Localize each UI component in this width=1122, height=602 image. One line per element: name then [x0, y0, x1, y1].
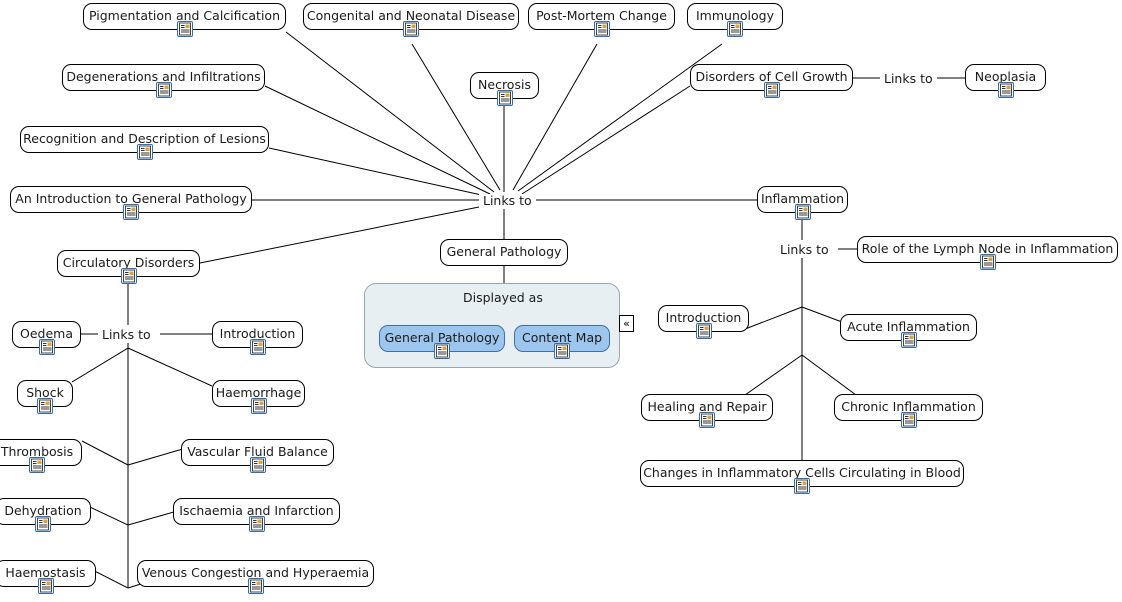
node-haemorrhage[interactable]: Haemorrhage: [212, 380, 305, 414]
document-icon: [247, 578, 264, 594]
node-recognition-and-description-of-lesions[interactable]: Recognition and Description of Lesions: [20, 126, 269, 160]
node-general-pathology-root[interactable]: General Pathology: [440, 239, 568, 266]
node-ischaemia-and-infarction[interactable]: Ischaemia and Infarction: [173, 498, 340, 532]
node-necrosis[interactable]: Necrosis: [470, 72, 539, 106]
node-acute-inflammation[interactable]: Acute Inflammation: [840, 314, 977, 348]
document-icon: [249, 457, 266, 473]
displayed-as-title: Displayed as: [463, 290, 543, 305]
document-icon: [699, 412, 715, 428]
node-healing-and-repair[interactable]: Healing and Repair: [641, 394, 773, 428]
node-congenital-and-neonatal-disease[interactable]: Congenital and Neonatal Disease: [303, 3, 519, 37]
node-neoplasia[interactable]: Neoplasia: [965, 64, 1046, 98]
node-thrombosis[interactable]: Thrombosis: [0, 439, 82, 473]
document-icon: [979, 254, 996, 270]
node-post-mortem-change[interactable]: Post-Mortem Change: [528, 3, 675, 37]
panel-node-general-pathology[interactable]: General Pathology: [379, 325, 505, 359]
document-icon: [900, 412, 917, 428]
document-icon: [496, 90, 513, 106]
node-disorders-of-cell-growth[interactable]: Disorders of Cell Growth: [690, 64, 853, 98]
document-icon: [35, 516, 51, 532]
node-an-introduction-to-general-pathology[interactable]: An Introduction to General Pathology: [10, 186, 252, 220]
edge-pigmentation-hub: [285, 31, 495, 193]
node-label: General Pathology: [446, 244, 562, 260]
edge-trunk-chronic: [801, 354, 857, 396]
link-label-hub: Links to: [479, 194, 536, 209]
concept-map-canvas: Pigmentation and Calcification Congenita…: [0, 0, 1122, 602]
document-icon: [403, 21, 419, 37]
node-vascular-fluid-balance[interactable]: Vascular Fluid Balance: [181, 439, 334, 473]
node-degenerations-and-infiltrations[interactable]: Degenerations and Infiltrations: [62, 64, 265, 98]
document-icon: [554, 343, 570, 359]
edge-trunk-thrombosis: [81, 440, 129, 466]
node-introduction-inflammation[interactable]: Introduction: [658, 305, 749, 339]
document-icon: [123, 204, 139, 220]
edge-trunk-haemorrhage: [127, 347, 213, 387]
document-icon: [37, 578, 54, 594]
document-icon: [250, 398, 267, 414]
node-role-of-the-lymph-node-in-inflammation[interactable]: Role of the Lymph Node in Inflammation: [857, 236, 1118, 270]
document-icon: [794, 478, 810, 494]
edge-recognition-hub: [268, 147, 487, 197]
edge-trunk-healing: [744, 354, 803, 396]
document-icon: [176, 21, 193, 37]
edge-postmortem-hub: [512, 43, 598, 191]
document-icon: [249, 339, 266, 355]
node-dehydration[interactable]: Dehydration: [0, 498, 91, 532]
node-venous-congestion-and-hyperaemia[interactable]: Venous Congestion and Hyperaemia: [137, 560, 374, 594]
node-changes-in-inflammatory-cells-circulating-in-blood[interactable]: Changes in Inflammatory Cells Circulatin…: [640, 460, 964, 494]
document-icon: [120, 268, 137, 284]
link-label-circulatory: Links to: [98, 328, 155, 343]
node-shock[interactable]: Shock: [17, 380, 73, 414]
node-pigmentation-and-calcification[interactable]: Pigmentation and Calcification: [83, 3, 286, 37]
document-icon: [38, 339, 55, 355]
node-oedema[interactable]: Oedema: [12, 321, 81, 355]
node-introduction-circulatory[interactable]: Introduction: [212, 321, 303, 355]
document-icon: [593, 21, 610, 37]
panel-collapse-button[interactable]: «: [619, 315, 634, 332]
document-icon: [794, 204, 811, 220]
document-icon: [900, 332, 917, 348]
document-icon: [434, 343, 450, 359]
document-icon: [763, 82, 780, 98]
edge-disorders-hub: [521, 85, 691, 195]
link-label-neoplasia: Links to: [880, 72, 937, 87]
node-chronic-inflammation[interactable]: Chronic Inflammation: [834, 394, 983, 428]
node-immunology[interactable]: Immunology: [687, 3, 783, 37]
document-icon: [727, 21, 743, 37]
edge-trunk-shock: [71, 347, 129, 383]
edge-congenital-hub: [411, 43, 501, 191]
link-label-inflammation: Links to: [776, 243, 833, 258]
node-inflammation[interactable]: Inflammation: [757, 186, 848, 220]
document-icon: [37, 398, 53, 414]
edge-trunk-introduction: [739, 306, 803, 332]
document-icon: [155, 82, 172, 98]
document-icon: [695, 323, 712, 339]
node-haemostasis[interactable]: Haemostasis: [0, 560, 96, 594]
document-icon: [248, 516, 265, 532]
panel-node-content-map[interactable]: Content Map: [514, 325, 610, 359]
document-icon: [29, 457, 45, 473]
document-icon: [136, 144, 153, 160]
document-icon: [997, 82, 1014, 98]
node-circulatory-disorders[interactable]: Circulatory Disorders: [57, 250, 200, 284]
